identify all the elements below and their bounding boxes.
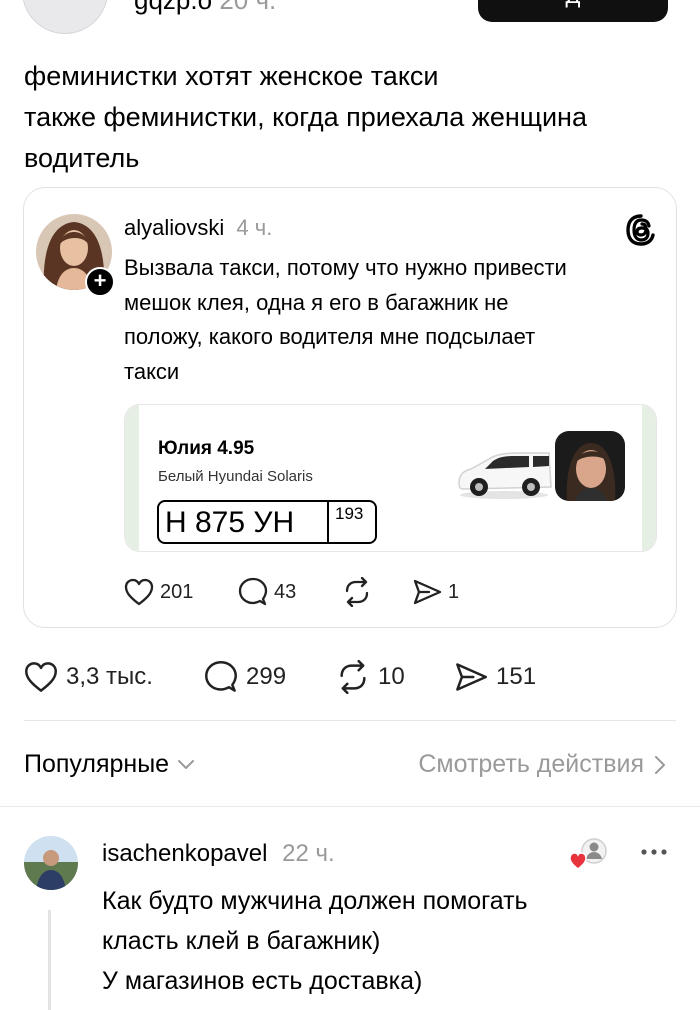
- map-strip-right: [642, 405, 656, 551]
- share-send-icon: [413, 579, 442, 605]
- follow-plus-icon[interactable]: +: [85, 267, 115, 297]
- quoted-author-header: alyaliovski 4 ч.: [124, 214, 272, 242]
- plate-region: 193: [335, 504, 364, 523]
- quoted-text-line: такси: [124, 358, 180, 384]
- driver-photo: [555, 431, 625, 501]
- plate-number: Н 875 УН: [165, 506, 295, 539]
- quoted-comment-button[interactable]: 43: [238, 576, 296, 608]
- repost-button[interactable]: 10: [336, 658, 405, 696]
- chevron-right-icon: [655, 755, 665, 774]
- quoted-like-button[interactable]: 201: [124, 576, 193, 608]
- comment-count: 299: [246, 663, 287, 690]
- comment-text-line: У магазинов есть доставка): [102, 967, 423, 995]
- post-text: феминистки хотят женское такси также фем…: [24, 56, 674, 179]
- quoted-text-line: положу, какого водителя мне подсылает: [124, 324, 536, 349]
- author-username[interactable]: gqzp.o: [134, 0, 212, 15]
- comment-text: Как будто мужчина должен помогать класть…: [102, 881, 528, 1001]
- like-button[interactable]: 3,3 тыс.: [24, 658, 153, 696]
- repost-icon: [340, 660, 366, 694]
- car-icon: [455, 439, 553, 501]
- map-strip-left: [125, 405, 139, 551]
- plate-divider: [327, 502, 329, 542]
- chevron-down-icon: [178, 759, 195, 769]
- more-dots-icon[interactable]: [638, 842, 670, 862]
- comment-button[interactable]: 299: [204, 658, 286, 696]
- see-actions-link[interactable]: Смотреть действия: [418, 750, 666, 779]
- taxi-car-model: Белый Hyundai Solaris: [158, 468, 313, 485]
- sort-dropdown[interactable]: Популярные: [24, 750, 195, 779]
- commenter-username[interactable]: isachenkopavel: [102, 840, 267, 867]
- repost-icon: [345, 577, 369, 607]
- divider: [24, 720, 676, 721]
- license-plate: Н 875 УН 193: [157, 500, 377, 544]
- heart-icon: [124, 578, 154, 606]
- post-text-line: феминистки хотят женское такси: [24, 61, 439, 91]
- taxi-screenshot-image[interactable]: Юлия 4.95 Белый Hyundai Solaris Н 875 УН…: [124, 404, 657, 552]
- quoted-text-line: Вызвала такси, потому что нужно привести: [124, 255, 567, 280]
- share-send-icon: [456, 663, 487, 691]
- like-count: 3,3 тыс.: [66, 663, 153, 690]
- see-actions-label: Смотреть действия: [418, 750, 644, 778]
- quoted-share-button[interactable]: 1: [412, 576, 459, 608]
- threads-logo-icon: [624, 213, 658, 247]
- post-text-line: водитель: [24, 143, 140, 173]
- comment-bubble-icon: [238, 577, 268, 606]
- author-avatar[interactable]: [22, 0, 108, 34]
- comment-bubble-icon: [205, 661, 237, 692]
- quoted-username[interactable]: alyaliovski: [124, 215, 224, 240]
- post-text-line: также феминистки, когда приехала женщина: [24, 102, 587, 132]
- quoted-like-count: 201: [160, 580, 194, 603]
- repost-count: 10: [378, 663, 405, 690]
- taxi-driver-rating: Юлия 4.95: [158, 438, 255, 459]
- liked-by-author-icon: [568, 836, 612, 872]
- quoted-text-line: мешок клея, одна я его в багажник не: [124, 289, 509, 315]
- share-count: 151: [496, 663, 537, 690]
- quoted-share-count: 1: [448, 580, 460, 603]
- commenter-avatar[interactable]: [24, 836, 78, 890]
- follow-button[interactable]: Д: [478, 0, 668, 22]
- author-time: 20 ч.: [219, 0, 277, 15]
- quoted-post-text: Вызвала такси, потому что нужно привести…: [124, 251, 664, 389]
- comment-text-line: класть клей в багажник): [102, 927, 381, 955]
- author-header[interactable]: gqzp.o 20 ч.: [134, 0, 276, 14]
- quoted-repost-button[interactable]: [342, 576, 378, 608]
- share-button[interactable]: 151: [454, 658, 536, 696]
- quoted-time: 4 ч.: [236, 215, 273, 240]
- heart-icon: [25, 662, 57, 692]
- comment-time: 22 ч.: [282, 840, 335, 867]
- comment-header: isachenkopavel 22 ч.: [102, 838, 335, 870]
- thread-line: [48, 910, 51, 1010]
- divider: [0, 806, 700, 807]
- sort-label: Популярные: [24, 750, 170, 778]
- quoted-comment-count: 43: [274, 580, 297, 603]
- comment-text-line: Как будто мужчина должен помогать: [102, 887, 528, 915]
